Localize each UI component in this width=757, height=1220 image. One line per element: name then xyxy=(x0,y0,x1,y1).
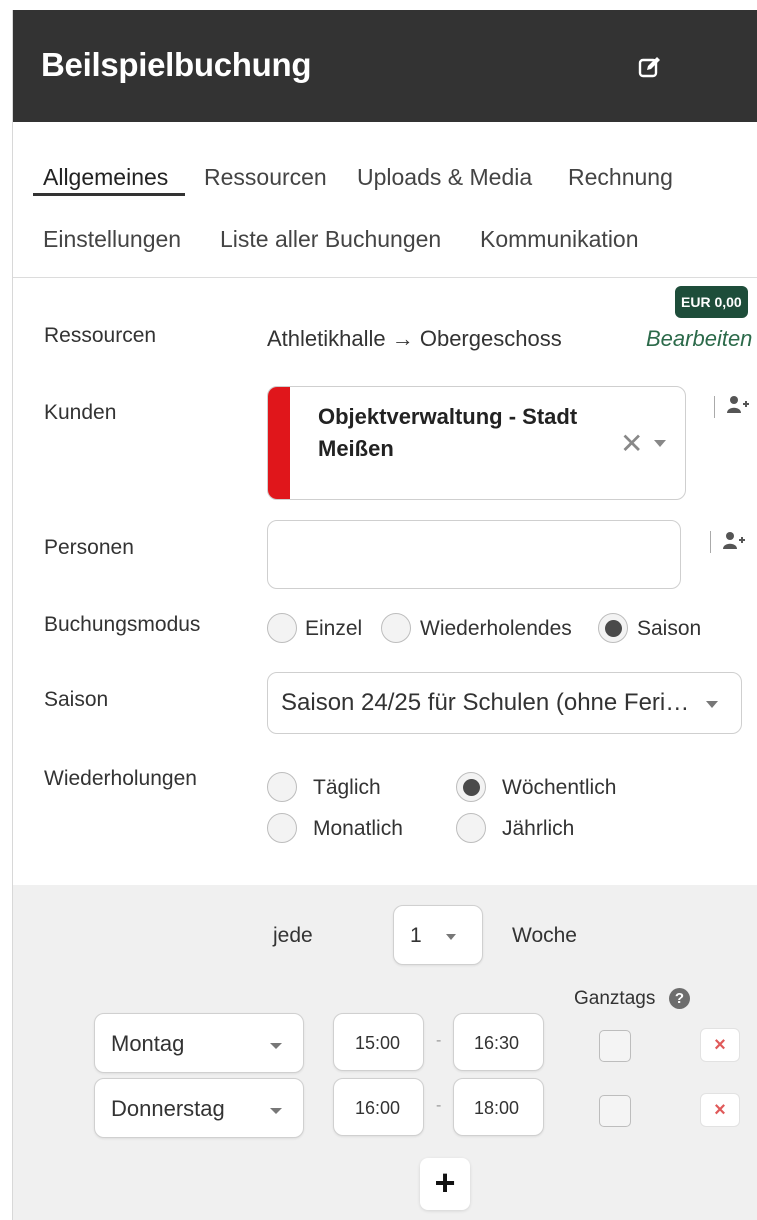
radio-taeglich-label[interactable]: Täglich xyxy=(313,776,381,800)
customer-color-stripe xyxy=(268,387,290,499)
customer-name: Objektverwaltung - Stadt Meißen xyxy=(318,404,578,461)
tab-rechnung[interactable]: Rechnung xyxy=(568,164,673,191)
chevron-down-icon xyxy=(446,934,456,940)
woche-label: Woche xyxy=(512,924,577,947)
time-to-value: 16:30 xyxy=(474,1033,520,1053)
time-separator: - xyxy=(436,1032,442,1049)
weekday-value: Montag xyxy=(111,1031,185,1056)
tab-uploads-media[interactable]: Uploads & Media xyxy=(357,164,532,191)
weekday-value: Donnerstag xyxy=(111,1096,225,1121)
tab-einstellungen[interactable]: Einstellungen xyxy=(43,226,181,253)
kunden-label: Kunden xyxy=(44,401,117,424)
radio-einzel[interactable] xyxy=(267,613,297,643)
ganztags-label: Ganztags xyxy=(574,988,656,1009)
bearbeiten-link[interactable]: Bearbeiten xyxy=(646,326,752,352)
tab-ressourcen[interactable]: Ressourcen xyxy=(204,164,327,191)
saison-select[interactable]: Saison 24/25 für Schulen (ohne Feri… xyxy=(267,672,742,734)
weekday-select[interactable]: Montag xyxy=(94,1013,304,1073)
help-icon[interactable]: ? xyxy=(669,988,690,1009)
buchungsmodus-label: Buchungsmodus xyxy=(44,613,201,636)
customer-select[interactable]: Objektverwaltung - Stadt Meißen ✕ xyxy=(267,386,686,500)
radio-monatlich[interactable] xyxy=(267,813,297,843)
clear-icon[interactable]: ✕ xyxy=(620,427,643,460)
page-title: Beilspielbuchung xyxy=(41,46,312,83)
chevron-down-icon xyxy=(270,1108,282,1114)
radio-woechentlich-label[interactable]: Wöchentlich xyxy=(502,776,616,800)
radio-taeglich[interactable] xyxy=(267,772,297,802)
time-from-value: 16:00 xyxy=(355,1098,401,1118)
allday-checkbox[interactable] xyxy=(599,1095,631,1127)
divider xyxy=(710,531,711,553)
booking-panel: Beilspielbuchung Allgemeines Ressourcen … xyxy=(12,10,757,1220)
ressourcen-value: Athletikhalle → Obergeschoss xyxy=(267,326,562,351)
edit-icon[interactable] xyxy=(637,54,663,80)
tab-bar: Allgemeines Ressourcen Uploads & Media R… xyxy=(13,122,757,278)
saison-label: Saison xyxy=(44,688,109,711)
ressourcen-label: Ressourcen xyxy=(44,324,157,347)
personen-label: Personen xyxy=(44,536,134,559)
radio-jaehrlich-label[interactable]: Jährlich xyxy=(502,817,574,841)
radio-woechentlich[interactable] xyxy=(456,772,486,802)
time-from-input[interactable]: 15:00 xyxy=(333,1013,424,1071)
radio-wiederholendes[interactable] xyxy=(381,613,411,643)
radio-saison-label[interactable]: Saison xyxy=(637,617,701,641)
tab-liste-aller-buchungen[interactable]: Liste aller Buchungen xyxy=(220,226,441,253)
allday-checkbox[interactable] xyxy=(599,1030,631,1062)
header-bar: Beilspielbuchung xyxy=(13,10,757,122)
wiederholungen-label: Wiederholungen xyxy=(44,767,197,790)
interval-select[interactable]: 1 xyxy=(393,905,483,965)
radio-monatlich-label[interactable]: Monatlich xyxy=(313,817,403,841)
delete-row-button[interactable]: × xyxy=(700,1093,740,1127)
chevron-down-icon[interactable] xyxy=(654,440,666,447)
tab-kommunikation[interactable]: Kommunikation xyxy=(480,226,639,253)
chevron-down-icon xyxy=(706,701,718,708)
tab-allgemeines[interactable]: Allgemeines xyxy=(43,164,168,191)
radio-einzel-label[interactable]: Einzel xyxy=(305,617,362,641)
radio-jaehrlich[interactable] xyxy=(456,813,486,843)
jede-label: jede xyxy=(273,924,313,947)
interval-value: 1 xyxy=(410,924,422,947)
personen-input[interactable] xyxy=(267,520,681,589)
weekday-select[interactable]: Donnerstag xyxy=(94,1078,304,1138)
add-row-button[interactable]: + xyxy=(420,1158,470,1210)
radio-wiederholendes-label[interactable]: Wiederholendes xyxy=(420,617,572,641)
time-from-input[interactable]: 16:00 xyxy=(333,1078,424,1136)
time-separator: - xyxy=(436,1097,442,1114)
saison-select-value: Saison 24/25 für Schulen (ohne Feri… xyxy=(281,689,690,716)
divider xyxy=(714,396,715,418)
time-to-input[interactable]: 16:30 xyxy=(453,1013,544,1071)
time-to-value: 18:00 xyxy=(474,1098,520,1118)
radio-saison[interactable] xyxy=(598,613,628,643)
chevron-down-icon xyxy=(270,1043,282,1049)
time-from-value: 15:00 xyxy=(355,1033,401,1053)
delete-row-button[interactable]: × xyxy=(700,1028,740,1062)
time-to-input[interactable]: 18:00 xyxy=(453,1078,544,1136)
price-badge: EUR 0,00 xyxy=(675,286,748,318)
active-tab-indicator xyxy=(33,193,185,196)
add-person-icon[interactable] xyxy=(722,531,746,551)
add-customer-icon[interactable] xyxy=(726,395,750,415)
